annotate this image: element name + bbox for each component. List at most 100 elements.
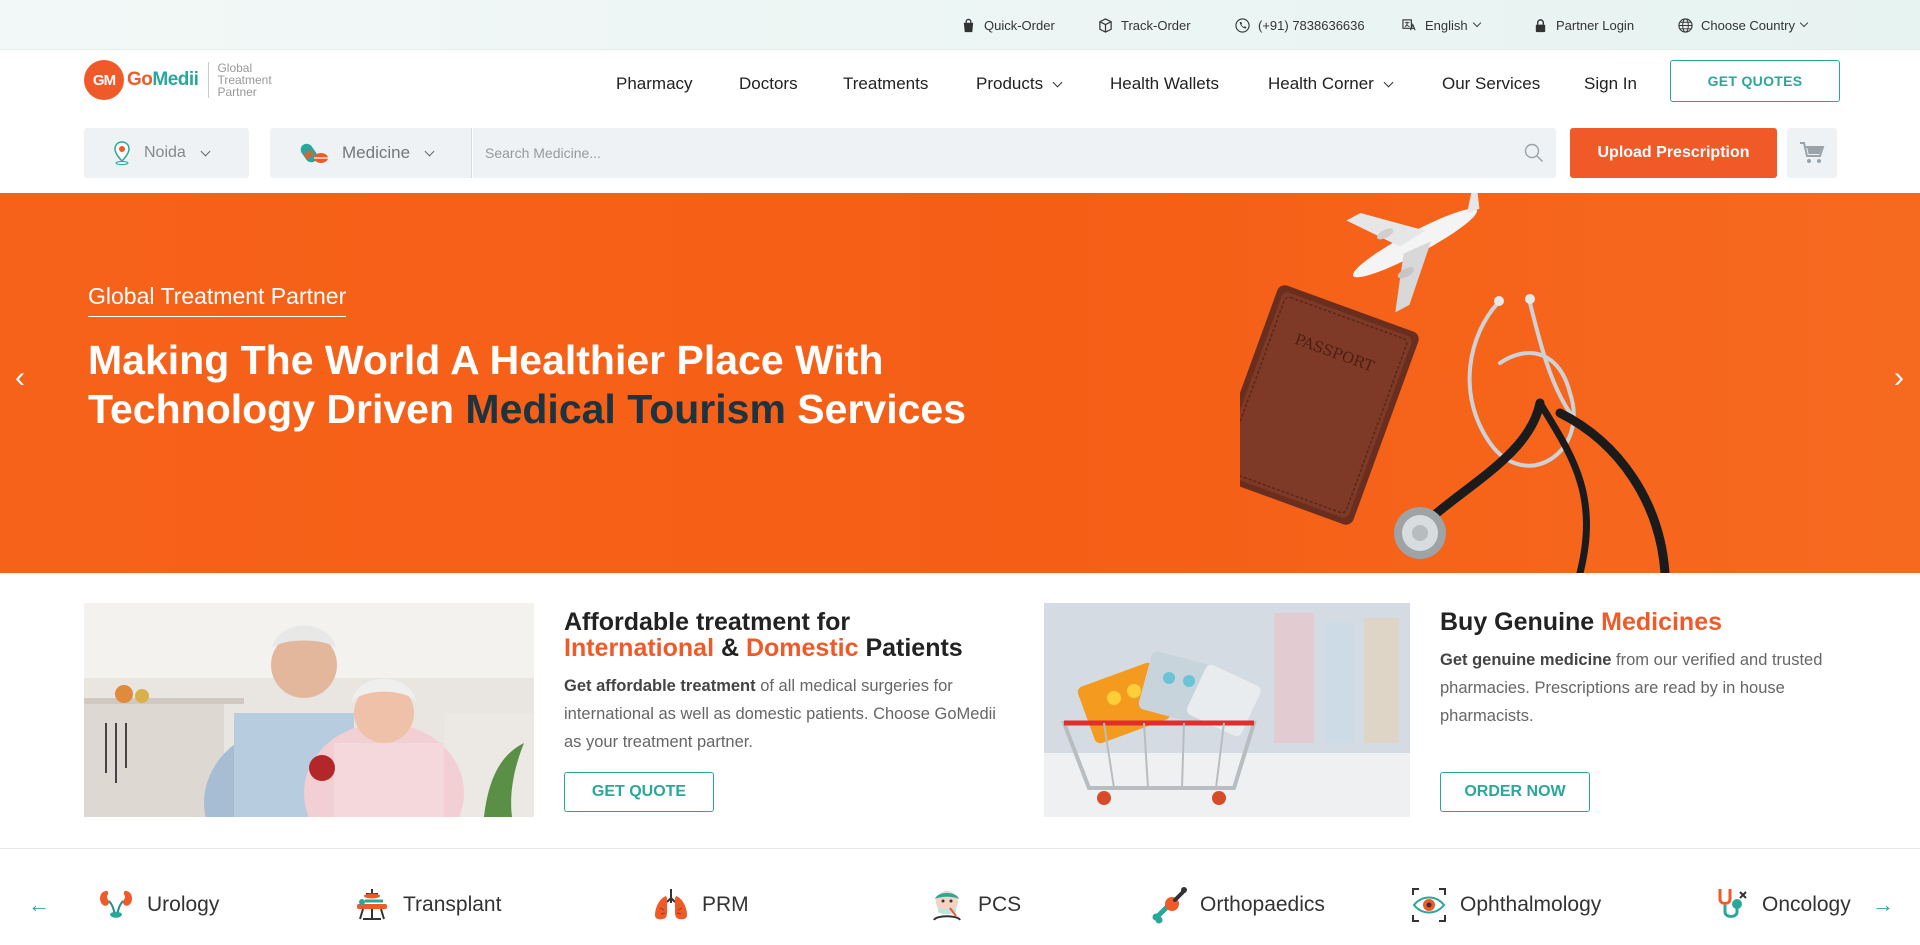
chevron-down-icon: [200, 146, 211, 156]
specialty-label: PRM: [702, 893, 749, 916]
treatment-title-domestic: Domestic: [745, 634, 859, 662]
specialties-prev-arrow[interactable]: ←: [28, 892, 50, 918]
nav-label: Doctors: [739, 74, 798, 93]
treatment-title-international: International: [564, 634, 715, 662]
nav-label: Treatments: [843, 74, 929, 93]
nav-label: Health Corner: [1268, 74, 1374, 93]
nav-doctors[interactable]: Doctors: [739, 72, 798, 96]
logo-word-medii: Medii: [152, 69, 199, 90]
globe-icon: [1678, 17, 1693, 33]
specialty-prm[interactable]: PRM: [652, 880, 749, 930]
nav-treatments[interactable]: Treatments: [843, 72, 928, 96]
hero-illustration: PASSPORT: [1240, 193, 1670, 573]
stethoscope-image: [1420, 301, 1670, 573]
order-now-button[interactable]: ORDER NOW: [1440, 772, 1590, 812]
language-selector[interactable]: English: [1402, 15, 1481, 35]
medicine-title-accent: Medicines: [1601, 608, 1723, 636]
medicine-title-text: Buy Genuine: [1440, 608, 1602, 636]
medicine-card-body: Get genuine medicine from our verified a…: [1440, 646, 1825, 730]
eye-scan-icon: [1412, 888, 1446, 922]
specialties-next-arrow[interactable]: →: [1872, 892, 1894, 918]
brand-logo[interactable]: GM GoMedii Global Treatment Partner: [84, 60, 288, 100]
nav-sign-in[interactable]: Sign In: [1584, 72, 1637, 96]
cart-icon: [1800, 142, 1825, 163]
nav-health-wallets[interactable]: Health Wallets: [1110, 72, 1219, 96]
specialty-pcs[interactable]: PCS: [928, 880, 1021, 930]
location-pin-icon: [114, 141, 130, 165]
phone-icon: [1235, 17, 1250, 33]
specialty-oncology[interactable]: Oncology: [1712, 880, 1851, 930]
search-icon[interactable]: [1524, 143, 1544, 163]
quick-order-link[interactable]: Quick-Order: [961, 15, 1055, 35]
specialty-label: Ophthalmology: [1460, 893, 1602, 916]
phone-link[interactable]: (+91) 7838636636: [1235, 15, 1365, 35]
logo-word-go: Go: [127, 69, 153, 90]
medicine-card-title: Buy Genuine Medicines: [1440, 609, 1860, 635]
hero-headline: Making The World A Healthier Place With …: [88, 336, 988, 434]
logo-tagline: Global Treatment Partner: [208, 62, 288, 98]
nav-label: Health Wallets: [1110, 74, 1219, 93]
passport-image: PASSPORT: [1240, 285, 1419, 525]
surgeon-icon: [933, 891, 961, 921]
country-selector[interactable]: Choose Country: [1678, 15, 1809, 35]
chevron-down-icon: [1383, 77, 1394, 87]
specialty-transplant[interactable]: Transplant: [353, 880, 501, 930]
nav-our-services[interactable]: Our Services: [1442, 72, 1540, 96]
hero-banner: ‹ › Global Treatment Partner Making The …: [0, 193, 1920, 573]
medicine-body-bold: Get genuine medicine: [1440, 651, 1612, 669]
phone-number: (+91) 7838636636: [1258, 17, 1365, 33]
package-box-icon: [1099, 17, 1112, 33]
category-selector[interactable]: Medicine: [270, 128, 472, 178]
lungs-icon: [655, 889, 687, 920]
specialty-label: Orthopaedics: [1200, 893, 1325, 916]
search-input[interactable]: [473, 128, 1556, 178]
specialty-label: Oncology: [1762, 893, 1851, 916]
treatment-card-title: Affordable treatment for International &…: [564, 609, 1004, 661]
cart-button[interactable]: [1787, 128, 1837, 178]
get-quote-button[interactable]: GET QUOTE: [564, 772, 714, 812]
senior-couple-photo: [84, 603, 534, 817]
hero-prev-arrow[interactable]: ‹: [5, 361, 35, 395]
specialty-label: Urology: [147, 893, 220, 916]
partner-login-label: Partner Login: [1556, 17, 1635, 33]
top-utility-bar: Quick-Order Track-Order (+91) 7838636636…: [0, 0, 1920, 50]
specialty-label: PCS: [978, 893, 1022, 916]
location-value: Noida: [144, 144, 186, 161]
nav-label: Products: [976, 74, 1044, 93]
pills-icon: [300, 143, 328, 163]
specialty-urology[interactable]: Urology: [97, 880, 219, 930]
nav-products[interactable]: Products: [976, 72, 1063, 96]
hero-next-arrow[interactable]: ›: [1884, 361, 1914, 395]
section-divider: [0, 848, 1920, 849]
chevron-down-icon: [1052, 77, 1063, 87]
chevron-down-icon: [1799, 18, 1809, 28]
lock-icon: [1535, 18, 1546, 32]
nav-label: Our Services: [1442, 74, 1541, 93]
nav-label: Sign In: [1584, 74, 1637, 93]
specialty-label: Transplant: [403, 893, 502, 916]
surgery-table-icon: [357, 889, 387, 920]
translate-icon: [1402, 18, 1416, 30]
chevron-down-icon: [1472, 18, 1481, 28]
hero-headline-accent: Medical Tourism: [465, 386, 786, 432]
airplane-image: [1346, 193, 1480, 313]
location-selector[interactable]: Noida: [84, 128, 249, 178]
chevron-down-icon: [424, 146, 435, 156]
nav-health-corner[interactable]: Health Corner: [1268, 72, 1394, 96]
upload-prescription-button[interactable]: Upload Prescription: [1570, 128, 1777, 178]
partner-login-link[interactable]: Partner Login: [1533, 15, 1634, 35]
nav-label: Pharmacy: [616, 74, 693, 93]
hero-headline-part: Services: [785, 386, 967, 432]
treatment-card-body: Get affordable treatment of all medical …: [564, 672, 1014, 756]
logo-wordmark: GoMedii: [127, 69, 199, 91]
specialty-ophthalmology[interactable]: Ophthalmology: [1410, 880, 1601, 930]
kidney-icon: [100, 890, 132, 918]
specialty-orthopaedics[interactable]: Orthopaedics: [1150, 880, 1325, 930]
main-header: GM GoMedii Global Treatment Partner Phar…: [0, 50, 1920, 178]
hero-eyebrow: Global Treatment Partner: [88, 283, 347, 317]
get-quotes-button[interactable]: GET QUOTES: [1670, 60, 1840, 102]
logo-mark: GM: [84, 60, 124, 100]
track-order-link[interactable]: Track-Order: [1098, 15, 1191, 35]
category-value: Medicine: [342, 143, 411, 162]
nav-pharmacy[interactable]: Pharmacy: [616, 72, 693, 96]
